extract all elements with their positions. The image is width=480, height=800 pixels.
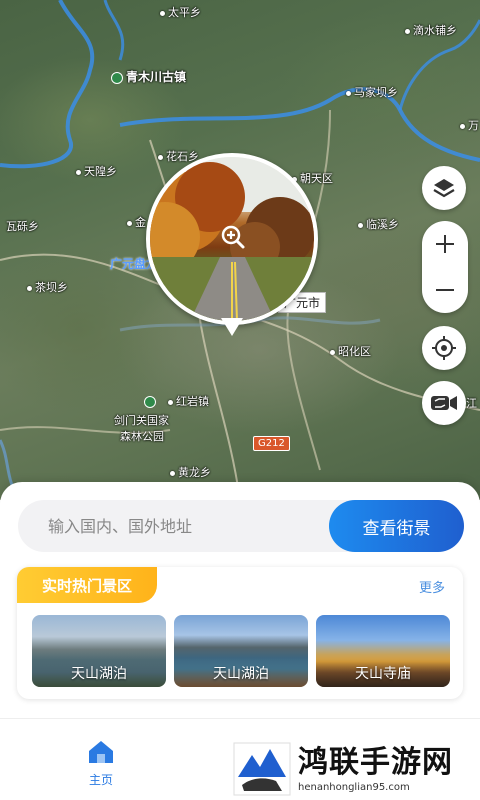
watermark: 鸿联手游网 henanhonglian95.com [232, 738, 472, 800]
camera-switch-button[interactable] [422, 381, 466, 425]
watermark-text: 鸿联手游网 henanhonglian95.com [298, 744, 453, 793]
minus-icon [436, 289, 454, 291]
place-label: 太平乡 [160, 4, 201, 20]
section-title: 实时热门景区 [17, 567, 157, 603]
search-bar: 查看街景 [18, 500, 464, 552]
nav-home-tab[interactable]: 主页 [78, 739, 124, 788]
place-label: 昭化区 [330, 343, 371, 359]
bubble-pointer [221, 318, 243, 336]
scenic-card-label: 天山湖泊 [174, 659, 308, 687]
address-search-input[interactable] [48, 514, 318, 538]
view-street-view-button[interactable]: 查看街景 [329, 500, 464, 552]
scenic-poi-icon [111, 71, 123, 84]
place-label: 瓦砾乡 [6, 220, 39, 233]
place-label: 天隍乡 [76, 163, 117, 179]
watermark-title: 鸿联手游网 [298, 744, 453, 780]
place-label-poi: 青木川古镇 [111, 68, 186, 85]
place-label: 金 [127, 214, 146, 230]
layers-icon [433, 179, 455, 198]
place-label: 茶坝乡 [27, 279, 68, 295]
scenic-card[interactable]: 天山湖泊 [174, 615, 308, 687]
place-label-poi: 剑门关国家 [114, 396, 169, 428]
place-label: 江 [466, 397, 477, 410]
scenic-card[interactable]: 天山寺庙 [316, 615, 450, 687]
zoom-out-button[interactable] [422, 267, 468, 313]
app-root: 太平乡 滴水铺乡 青木川古镇 马家坝乡 万 花石乡 天隍乡 朝天区 瓦砾乡 金 … [0, 0, 480, 800]
watermark-logo-icon [233, 742, 291, 796]
nav-home-label: 主页 [88, 773, 113, 787]
scenic-poi-icon [144, 396, 156, 408]
scenic-card[interactable]: 天山湖泊 [32, 615, 166, 687]
camera-switch-icon [431, 396, 457, 410]
place-label: 黄龙乡 [170, 464, 211, 480]
plus-icon [436, 235, 454, 253]
zoom-control [422, 221, 468, 313]
scenic-card-label: 天山湖泊 [32, 659, 166, 687]
hot-scenic-section: 实时热门景区 更多 天山湖泊 天山湖泊 天山寺庙 [17, 567, 463, 699]
more-link[interactable]: 更多 [419, 577, 445, 596]
place-label: 马家坝乡 [346, 84, 398, 100]
place-label: 万 [460, 117, 479, 133]
home-icon [89, 741, 113, 763]
place-label: 森林公园 [120, 430, 164, 443]
street-view-preview[interactable] [146, 153, 318, 325]
layers-button[interactable] [422, 166, 466, 210]
scenic-card-list: 天山湖泊 天山湖泊 天山寺庙 [32, 615, 450, 687]
road-sign: G212 [253, 436, 290, 451]
watermark-url: henanhonglian95.com [298, 781, 410, 793]
locate-icon [432, 336, 456, 360]
place-label: 滴水铺乡 [405, 22, 457, 38]
locate-button[interactable] [422, 326, 466, 370]
zoom-in-icon [221, 225, 245, 249]
scenic-card-label: 天山寺庙 [316, 659, 450, 687]
place-label: 临溪乡 [358, 216, 399, 232]
place-label: 红岩镇 [168, 393, 209, 409]
zoom-in-button[interactable] [422, 221, 468, 267]
